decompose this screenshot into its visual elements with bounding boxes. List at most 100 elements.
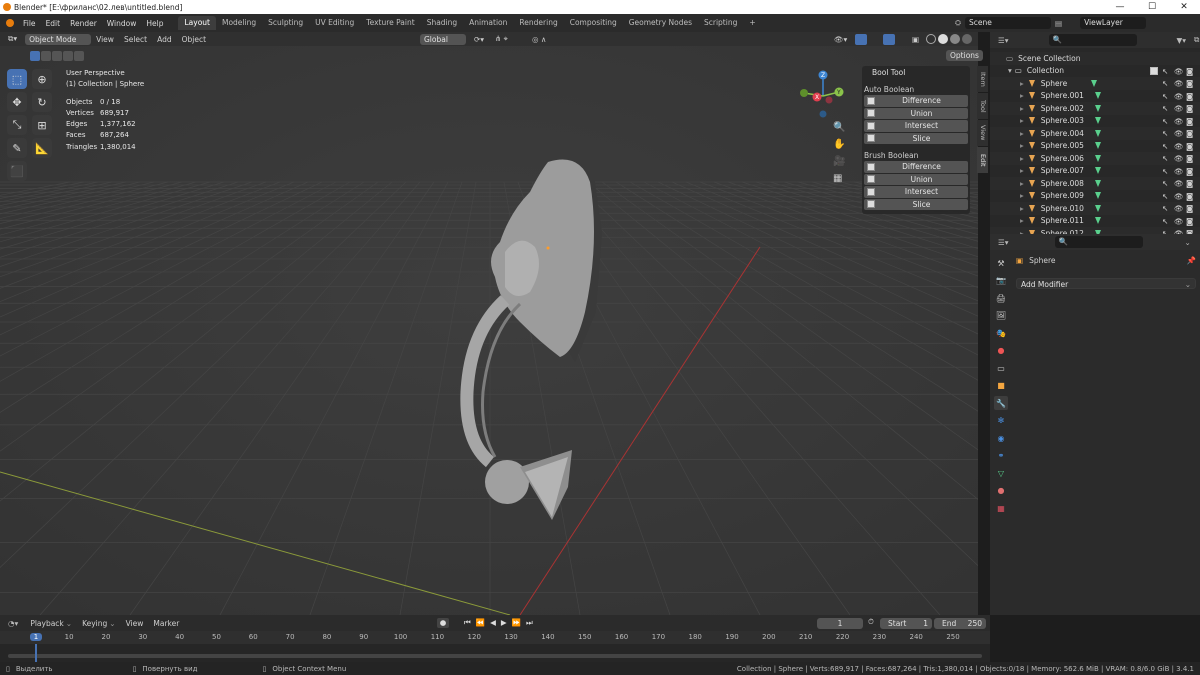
camera-view-icon[interactable]: 🎥 [833,156,845,167]
eye-icon[interactable]: 👁 [1174,129,1184,138]
menu-edit[interactable]: Edit [41,19,66,28]
blender-menu-icon[interactable] [6,19,14,27]
menu-render[interactable]: Render [65,19,102,28]
select-arrow-icon[interactable]: ↖ [1162,217,1170,226]
expand-arrow-icon[interactable]: ▸ [1020,91,1024,100]
bool-tool-title[interactable]: Bool Tool [862,66,970,78]
solid-shading-icon[interactable] [938,34,948,44]
outliner-item[interactable]: ▸ Sphere ↖ 👁 ◙ [990,77,1200,90]
expand-arrow-icon[interactable]: ▸ [1020,191,1024,200]
select-arrow-icon[interactable]: ↖ [1162,154,1170,163]
expand-arrow-icon[interactable]: ▸ [1020,104,1024,113]
select-arrow-icon[interactable]: ↖ [1162,192,1170,201]
tab-rendering[interactable]: Rendering [513,16,563,30]
outliner-item[interactable]: ▸ Sphere.010 ↖ 👁 ◙ [990,202,1200,215]
tab-compositing[interactable]: Compositing [564,16,623,30]
pivot-icon[interactable]: ⟳▾ [474,35,484,44]
outliner-search-input[interactable]: 🔍 [1048,34,1137,46]
select-arrow-icon[interactable]: ↖ [1162,67,1170,76]
options-button[interactable]: Options [946,50,983,61]
outliner-item[interactable]: ▸ Sphere.011 ↖ 👁 ◙ [990,215,1200,228]
menu-keying[interactable]: Keying [82,619,107,628]
new-collection-icon[interactable]: ⧉ [1194,35,1199,45]
start-frame-field[interactable]: 1 [923,618,928,629]
add-cube-icon[interactable]: ⬛ [7,161,27,181]
end-frame-field[interactable]: 250 [968,618,982,629]
eye-icon[interactable]: 👁 [1174,192,1184,201]
perspective-toggle-icon[interactable]: ▦ [833,173,845,184]
menu-help[interactable]: Help [141,19,168,28]
eye-icon[interactable]: 👁 [1174,167,1184,176]
collection-tab-icon[interactable]: ▭ [994,361,1008,375]
camera-icon[interactable]: ◙ [1186,67,1194,76]
menu-file[interactable]: File [18,19,41,28]
texture-tab-icon[interactable]: ▦ [994,501,1008,515]
camera-icon[interactable]: ◙ [1186,167,1194,176]
navigation-gizmo[interactable]: Z Y X [795,66,851,126]
outliner-item[interactable]: ▸ Sphere.008 ↖ 👁 ◙ [990,177,1200,190]
view-layer-tab-icon[interactable]: 🖼 [994,309,1008,323]
eye-icon[interactable]: 👁 [1174,79,1184,88]
select-arrow-icon[interactable]: ↖ [1162,117,1170,126]
eye-icon[interactable]: 👁 [1174,154,1184,163]
camera-icon[interactable]: ◙ [1186,129,1194,138]
constraints-tab-icon[interactable]: ⚭ [994,449,1008,463]
auto-intersect-button[interactable]: Intersect [864,120,968,132]
auto-union-button[interactable]: Union [864,107,968,119]
camera-icon[interactable]: ◙ [1186,179,1194,188]
auto-slice-button[interactable]: Slice [864,132,968,144]
next-keyframe-icon[interactable]: ⏩ [512,618,521,628]
camera-icon[interactable]: ◙ [1186,192,1194,201]
menu-playback[interactable]: Playback [30,619,63,628]
select-arrow-icon[interactable]: ↖ [1162,79,1170,88]
eye-icon[interactable]: 👁 [1174,179,1184,188]
camera-icon[interactable]: ◙ [1186,154,1194,163]
menu-select[interactable]: Select [119,35,152,44]
expand-arrow-icon[interactable]: ▸ [1020,116,1024,125]
close-button[interactable]: ✕ [1168,0,1200,14]
menu-marker[interactable]: Marker [153,619,179,628]
outliner-item[interactable]: ▸ Sphere.004 ↖ 👁 ◙ [990,127,1200,140]
maximize-button[interactable]: ☐ [1136,0,1168,14]
tab-item[interactable]: Item [977,66,988,92]
select-subtract-icon[interactable] [52,51,62,61]
scene-collection-row[interactable]: ▭ Scene Collection [990,52,1200,65]
scene-selector[interactable]: Scene [965,17,1051,29]
current-frame-field[interactable]: 1 [817,618,863,629]
expand-arrow-icon[interactable]: ▸ [1020,141,1024,150]
outliner-item[interactable]: ▸ Sphere.005 ↖ 👁 ◙ [990,140,1200,153]
gizmo-neg-y-axis[interactable] [800,89,808,97]
outliner-item[interactable]: ▸ Sphere.009 ↖ 👁 ◙ [990,190,1200,203]
camera-icon[interactable]: ◙ [1186,117,1194,126]
tab-modeling[interactable]: Modeling [216,16,262,30]
move-icon[interactable]: ✥ [7,92,27,112]
outliner-item[interactable]: ▸ Sphere.003 ↖ 👁 ◙ [990,115,1200,128]
outliner-item[interactable]: ▸ Sphere.001 ↖ 👁 ◙ [990,90,1200,103]
menu-object[interactable]: Object [177,35,211,44]
material-tab-icon[interactable]: ● [994,484,1008,498]
expand-arrow-icon[interactable]: ▸ [1020,154,1024,163]
select-arrow-icon[interactable]: ↖ [1162,142,1170,151]
eye-icon[interactable]: 👁 [1174,92,1184,101]
select-new-icon[interactable] [30,51,40,61]
output-tab-icon[interactable]: 🖨 [994,291,1008,305]
camera-icon[interactable]: ◙ [1186,104,1194,113]
material-shading-icon[interactable] [950,34,960,44]
tab-view[interactable]: View [977,120,988,146]
tab-animation[interactable]: Animation [463,16,513,30]
pin-icon[interactable]: 📌 [1187,256,1196,265]
record-icon[interactable]: ● [437,618,449,628]
play-icon[interactable]: ▶ [501,618,507,628]
camera-icon[interactable]: ◙ [1186,92,1194,101]
select-arrow-icon[interactable]: ↖ [1162,167,1170,176]
auto-difference-button[interactable]: Difference [864,95,968,107]
transform-orientation[interactable]: Global [420,33,466,45]
tab-scripting[interactable]: Scripting [698,16,743,30]
eye-icon[interactable]: 👁 [1174,117,1184,126]
world-tab-icon[interactable]: ● [994,344,1008,358]
play-reverse-icon[interactable]: ◀ [490,618,496,628]
select-intersect-icon[interactable] [74,51,84,61]
properties-search-input[interactable]: 🔍 [1054,236,1143,248]
outliner-item[interactable]: ▸ Sphere.006 ↖ 👁 ◙ [990,152,1200,165]
prev-keyframe-icon[interactable]: ⏪ [476,618,485,628]
